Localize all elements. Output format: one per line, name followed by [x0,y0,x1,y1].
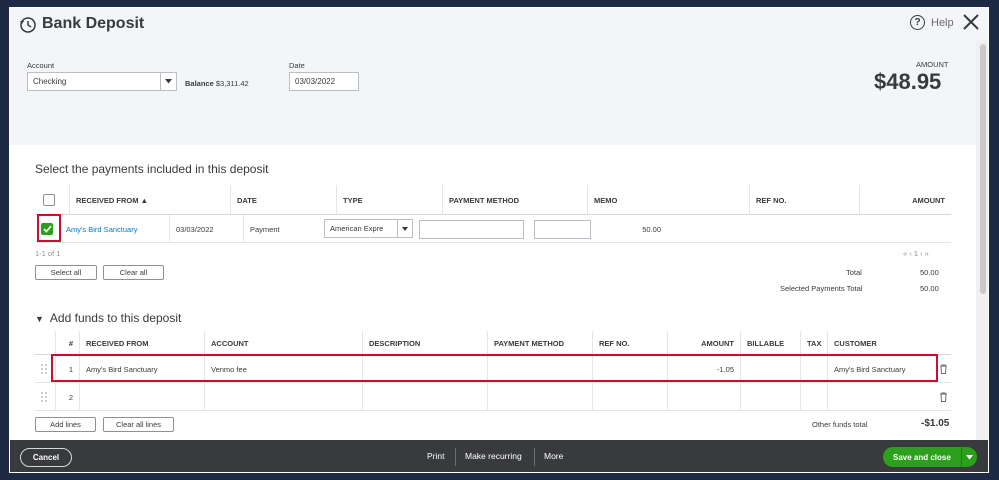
make-recurring-button[interactable]: Make recurring [465,451,522,461]
row-account[interactable] [204,383,362,411]
clear-all-button[interactable]: Clear all [103,265,164,280]
scrollbar[interactable] [976,40,988,440]
ref-no-input[interactable] [534,220,591,239]
col-amount[interactable]: AMOUNT [859,185,951,215]
clear-all-lines-button[interactable]: Clear all lines [103,417,174,432]
total-value: 50.00 [920,268,939,277]
col-tax: TAX [800,331,827,355]
received-from-link[interactable]: Amy's Bird Sanctuary [60,215,170,243]
save-label: Save and close [893,452,951,462]
selected-total-value: 50.00 [920,284,939,293]
select-all-checkbox[interactable] [43,194,55,206]
chevron-down-icon[interactable] [397,220,412,237]
deposit-top-panel [10,40,976,145]
col-description: DESCRIPTION [362,331,487,355]
row-received-from[interactable] [79,383,204,411]
balance-value: $3,311.42 [215,79,249,88]
col-drag [35,331,55,355]
drag-handle[interactable] [35,383,55,411]
help-icon: ? [910,15,925,30]
highlight-fund-row [51,354,938,382]
row-payment-method-cell: American Expre [317,215,415,243]
col-payment-method[interactable]: PAYMENT METHOD [442,185,587,215]
account-balance: Balance $3,311.42 [185,79,249,88]
payments-section-title: Select the payments included in this dep… [35,162,269,176]
print-button[interactable]: Print [427,451,444,461]
highlight-checkbox [37,214,61,242]
pager-nav[interactable]: « ‹ 1 › » [903,249,929,258]
col-received-from[interactable]: RECEIVED FROM ▲ [69,185,230,215]
footer-bar: Cancel Print Make recurring More Save an… [10,440,988,472]
row-amount: 50.00 [642,224,661,234]
row-payment-method[interactable] [487,383,592,411]
footer-divider [534,448,535,466]
drag-handle-icon [41,364,49,374]
other-total-value: -$1.05 [921,418,950,429]
row-tax[interactable] [800,383,827,411]
date-input[interactable]: 03/03/2022 [289,72,359,91]
account-value: Checking [33,77,67,86]
col-customer: CUSTOMER [827,331,933,355]
row-billable[interactable] [740,383,800,411]
payments-table-header: RECEIVED FROM ▲ DATE TYPE PAYMENT METHOD… [35,185,951,215]
amount-total: $48.95 [874,69,942,94]
help-button[interactable]: ? Help [910,15,954,30]
col-number: # [55,331,79,355]
row-customer[interactable] [827,383,933,411]
row-number: 2 [55,383,79,411]
col-received-from: RECEIVED FROM [79,331,204,355]
col-account: ACCOUNT [204,331,362,355]
row-amount[interactable] [667,383,740,411]
select-all-checkbox-cell[interactable] [35,185,69,215]
header-bar: Bank Deposit ? Help [10,8,988,40]
memo-input[interactable] [419,220,524,239]
col-billable: BILLABLE [740,331,800,355]
col-payment-method: PAYMENT METHOD [487,331,592,355]
balance-label: Balance [185,79,214,88]
account-label: Account [27,61,55,70]
help-label: Help [931,16,954,29]
row-ref-no[interactable] [592,383,667,411]
collapse-triangle-icon[interactable]: ▼ [35,314,44,324]
funds-table-header: # RECEIVED FROM ACCOUNT DESCRIPTION PAYM… [35,331,951,355]
funds-section-title[interactable]: ▼ Add funds to this deposit [35,311,181,325]
more-button[interactable]: More [544,451,563,461]
col-ref-no[interactable]: REF NO. [749,185,859,215]
pager-text: 1-1 of 1 [35,249,61,258]
row-type: Payment [243,215,317,243]
scroll-thumb[interactable] [980,44,986,294]
payment-method-select[interactable]: American Expre [324,219,413,238]
cancel-button[interactable]: Cancel [20,448,72,467]
col-memo[interactable]: MEMO [587,185,749,215]
close-icon[interactable] [961,12,981,32]
selected-total-label: Selected Payments Total [780,284,863,293]
drag-handle-icon [41,392,49,402]
col-type[interactable]: TYPE [336,185,442,215]
chevron-down-icon[interactable] [160,73,176,90]
funds-title-text: Add funds to this deposit [49,311,182,325]
bank-deposit-window: Bank Deposit ? Help Account Checking Bal… [9,7,989,473]
footer-divider [455,448,456,466]
amount-label: AMOUNT [916,60,949,69]
total-label: Total [846,268,862,277]
save-and-close-button[interactable]: Save and close [883,447,977,467]
add-lines-button[interactable]: Add lines [35,417,96,432]
col-amount: AMOUNT [667,331,740,355]
date-label: Date [289,61,305,70]
payment-method-value: American Expre [330,224,384,233]
row-date: 03/03/2022 [169,215,243,243]
trash-icon[interactable] [933,383,951,411]
table-row[interactable]: 2 [35,383,951,411]
history-icon[interactable] [19,16,37,34]
chevron-down-icon[interactable] [961,447,977,467]
col-ref-no: REF NO. [592,331,667,355]
account-select[interactable]: Checking [27,72,177,91]
table-row[interactable]: Amy's Bird Sanctuary 03/03/2022 Payment … [35,215,951,243]
row-description[interactable] [362,383,487,411]
select-all-button[interactable]: Select all [35,265,97,280]
page-title: Bank Deposit [42,15,145,32]
other-total-label: Other funds total [812,420,868,429]
col-date[interactable]: DATE [230,185,336,215]
